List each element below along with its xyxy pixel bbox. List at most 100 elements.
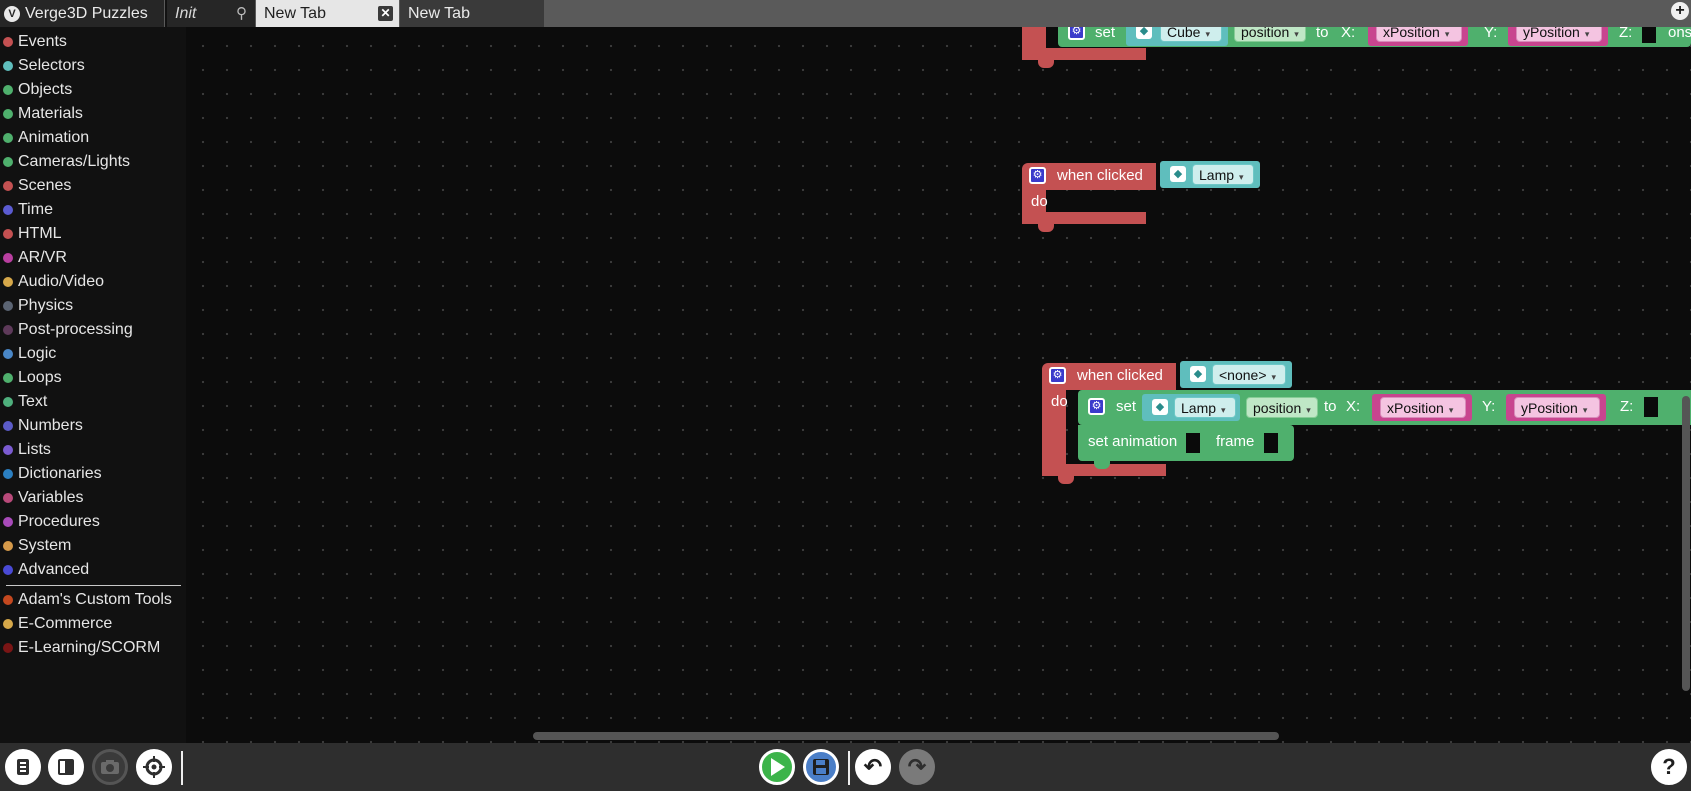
sidebar-category[interactable]: Loops [0, 366, 186, 390]
gear-icon[interactable]: ⚙ [1088, 398, 1105, 415]
y-variable-slot[interactable]: yPosition ▾ [1508, 27, 1608, 46]
sidebar-category[interactable]: System [0, 534, 186, 558]
z-empty-slot[interactable] [1644, 397, 1658, 417]
sidebar-category[interactable]: Advanced [0, 558, 186, 582]
category-label: AR/VR [18, 249, 67, 266]
pin-icon[interactable]: ⚲ [236, 4, 247, 24]
vertical-scrollbar[interactable] [1682, 396, 1690, 691]
category-sidebar: Events Selectors Objects Materials Animation… [0, 27, 186, 743]
object-dropdown[interactable]: Cube ▾ [1160, 27, 1222, 42]
sidebar-icon[interactable] [48, 749, 84, 785]
app-logo: V Verge3D Puzzles [0, 0, 164, 27]
set-animation-frame-block[interactable]: set animation frame [1078, 425, 1294, 461]
category-label: E-Commerce [18, 615, 113, 632]
z-empty-slot[interactable] [1642, 27, 1656, 43]
tab-new-tab-active[interactable]: New Tab ✕ [256, 0, 399, 27]
add-tab-icon[interactable]: + [1671, 2, 1689, 20]
category-label: Selectors [18, 57, 85, 74]
sidebar-category[interactable]: Post-processing [0, 318, 186, 342]
to-label: to [1324, 398, 1337, 415]
tab-init[interactable]: Init ⚲ [167, 0, 255, 27]
x-variable-dropdown[interactable]: xPosition ▾ [1376, 27, 1462, 42]
set-position-block[interactable]: ⚙ set ◆ Lamp ▾ position ▾ to X: xPosition ▾… [1078, 390, 1691, 425]
object-selector-slot[interactable]: ◆ <none> ▾ [1180, 361, 1292, 388]
sidebar-category[interactable]: Cameras/Lights [0, 150, 186, 174]
category-color-dot [3, 469, 13, 479]
category-label: Advanced [18, 561, 90, 578]
toolbar-divider [181, 751, 183, 785]
horizontal-scrollbar[interactable] [533, 732, 1279, 740]
sidebar-category[interactable]: Animation [0, 126, 186, 150]
frame-empty-slot[interactable] [1264, 433, 1278, 453]
when-clicked-none-block[interactable]: ⚙ when clicked [1042, 363, 1176, 390]
event-label: when clicked [1077, 367, 1163, 384]
animation-empty-slot[interactable] [1186, 433, 1200, 453]
property-dropdown[interactable]: position ▾ [1246, 397, 1318, 418]
gear-icon[interactable]: ⚙ [1049, 367, 1066, 384]
undo-icon[interactable]: ↶ [855, 749, 891, 785]
object-selector-slot[interactable]: ◆ Lamp ▾ [1142, 394, 1240, 421]
x-variable-dropdown[interactable]: xPosition ▾ [1380, 397, 1466, 418]
y-variable-dropdown[interactable]: yPosition ▾ [1514, 397, 1600, 418]
object-dropdown[interactable]: <none> ▾ [1212, 364, 1286, 385]
sidebar-category[interactable]: HTML [0, 222, 186, 246]
category-label: Procedures [18, 513, 100, 530]
z-label: Z: [1620, 398, 1634, 415]
library-icon[interactable] [5, 749, 41, 785]
category-label: Cameras/Lights [18, 153, 131, 170]
sidebar-custom-category[interactable]: E-Commerce [0, 612, 186, 636]
z-label: Z: [1619, 27, 1633, 41]
gear-icon[interactable]: ⚙ [1068, 27, 1085, 40]
close-tab-icon[interactable]: ✕ [378, 6, 393, 21]
when-clicked-lamp-block[interactable]: ⚙ when clicked [1022, 163, 1156, 190]
sidebar-category[interactable]: Logic [0, 342, 186, 366]
category-color-dot [3, 643, 13, 653]
puzzle-workspace[interactable]: ⚙ set ◆ Cube ▾ position ▾ to X: xPosition ▾… [186, 27, 1691, 743]
category-label: Physics [18, 297, 74, 314]
category-label: Variables [18, 489, 84, 506]
sidebar-category[interactable]: Procedures [0, 510, 186, 534]
sidebar-custom-category[interactable]: Adam's Custom Tools [0, 588, 186, 612]
sidebar-category[interactable]: Lists [0, 438, 186, 462]
sidebar-category[interactable]: Events [0, 30, 186, 54]
sidebar-category[interactable]: Numbers [0, 414, 186, 438]
y-variable-dropdown[interactable]: yPosition ▾ [1516, 27, 1602, 42]
x-variable-slot[interactable]: xPosition ▾ [1372, 394, 1472, 421]
x-variable-slot[interactable]: xPosition ▾ [1368, 27, 1468, 46]
category-color-dot [3, 421, 13, 431]
tab-new-tab[interactable]: New Tab [400, 0, 544, 27]
camera-icon[interactable] [92, 749, 128, 785]
sidebar-category[interactable]: Physics [0, 294, 186, 318]
category-label: Materials [18, 105, 83, 122]
category-color-dot [3, 595, 13, 605]
sidebar-category[interactable]: Scenes [0, 174, 186, 198]
object-dropdown[interactable]: Lamp ▾ [1192, 164, 1254, 185]
save-icon[interactable] [803, 749, 839, 785]
y-variable-slot[interactable]: yPosition ▾ [1506, 394, 1606, 421]
sidebar-category[interactable]: Variables [0, 486, 186, 510]
object-selector-slot[interactable]: ◆ Cube ▾ [1126, 27, 1228, 46]
sidebar-category[interactable]: Selectors [0, 54, 186, 78]
help-icon[interactable]: ? [1651, 749, 1687, 785]
play-icon[interactable] [759, 749, 795, 785]
sidebar-category[interactable]: Materials [0, 102, 186, 126]
set-position-block[interactable]: ⚙ set ◆ Cube ▾ position ▾ to X: xPosition ▾… [1058, 27, 1691, 47]
sidebar-category[interactable]: Dictionaries [0, 462, 186, 486]
object-selector-slot[interactable]: ◆ Lamp ▾ [1160, 161, 1260, 188]
sidebar-custom-category[interactable]: E-Learning/SCORM [0, 636, 186, 660]
block-bottom [1022, 212, 1146, 224]
sidebar-category[interactable]: Time [0, 198, 186, 222]
category-label: Adam's Custom Tools [18, 591, 172, 608]
property-dropdown[interactable]: position ▾ [1234, 27, 1306, 42]
event-block-bottom[interactable] [1022, 48, 1146, 60]
sidebar-category[interactable]: Objects [0, 78, 186, 102]
redo-icon[interactable]: ↷ [899, 749, 935, 785]
trailing-text: ons [1668, 27, 1691, 41]
crosshair-icon[interactable] [136, 749, 172, 785]
gear-icon[interactable]: ⚙ [1029, 167, 1046, 184]
sidebar-category[interactable]: AR/VR [0, 246, 186, 270]
cube-icon: ◆ [1136, 27, 1152, 39]
sidebar-category[interactable]: Text [0, 390, 186, 414]
object-dropdown[interactable]: Lamp ▾ [1174, 397, 1236, 418]
sidebar-category[interactable]: Audio/Video [0, 270, 186, 294]
